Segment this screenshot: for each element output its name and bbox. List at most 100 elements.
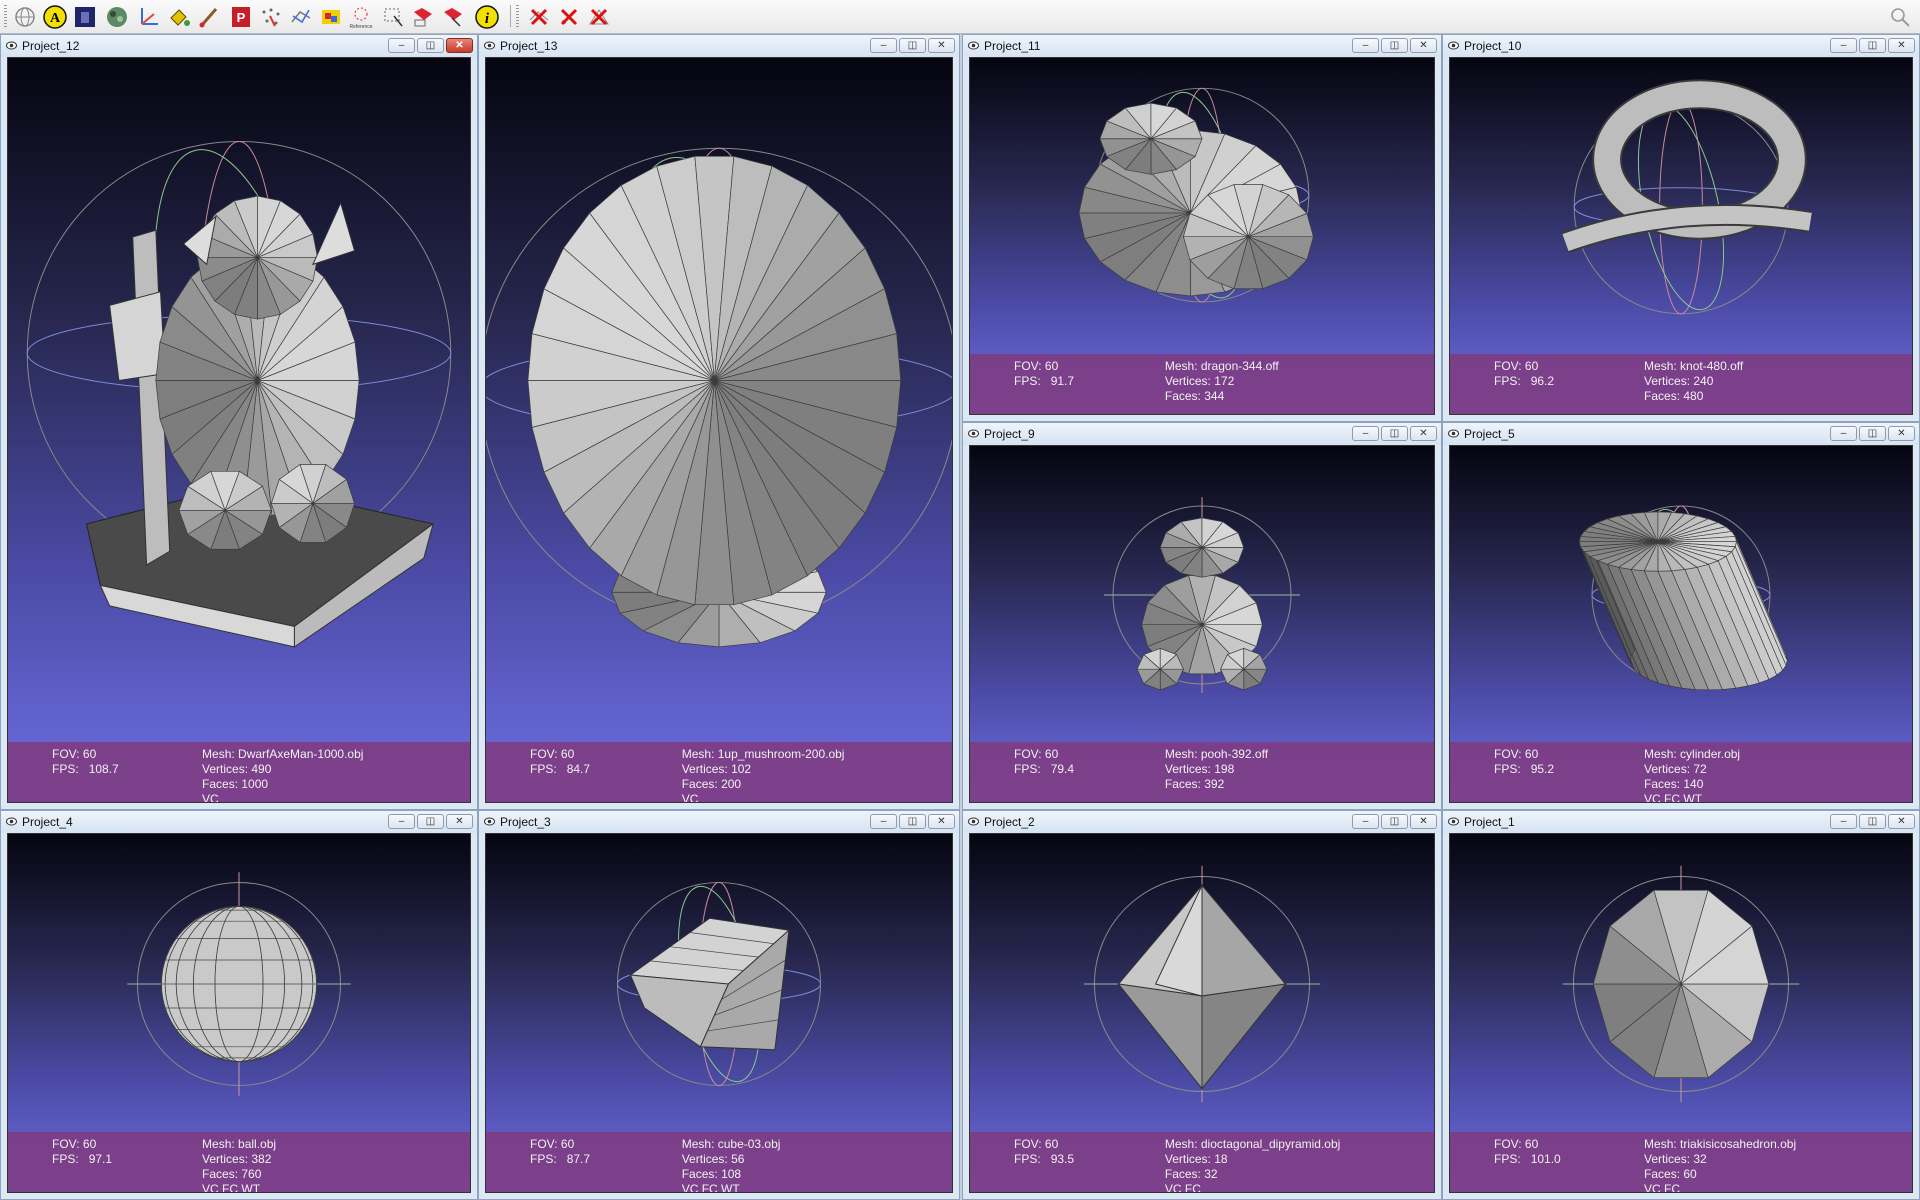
3d-viewport[interactable]: FOV: 60 FPS: 79.4 Mesh: pooh-392.off Ver… <box>969 445 1435 803</box>
window-titlebar[interactable]: Project_11 – ◫ ✕ <box>963 35 1441 57</box>
info-icon[interactable]: i <box>474 4 500 30</box>
window-titlebar[interactable]: Project_2 – ◫ ✕ <box>963 811 1441 833</box>
window-title: Project_1 <box>1464 815 1515 829</box>
project-window-project_12[interactable]: Project_12 – ◫ ✕ FOV: 60 FPS: 108.7 Mesh… <box>0 34 478 810</box>
restore-button[interactable]: ◫ <box>1859 426 1886 441</box>
restore-button[interactable]: ◫ <box>417 38 444 53</box>
3d-viewport[interactable]: FOV: 60 FPS: 95.2 Mesh: cylinder.obj Ver… <box>1449 445 1913 803</box>
axis-icon[interactable] <box>136 4 162 30</box>
mesh-render[interactable] <box>8 58 470 744</box>
3d-viewport[interactable]: FOV: 60 FPS: 87.7 Mesh: cube-03.obj Vert… <box>485 833 953 1193</box>
mesh-render[interactable] <box>1450 446 1912 744</box>
measure-icon[interactable] <box>318 4 344 30</box>
eye-icon <box>1448 429 1459 438</box>
mesh-render[interactable] <box>486 58 952 744</box>
mesh-render[interactable] <box>8 834 470 1134</box>
delete-all-icon[interactable] <box>586 4 612 30</box>
project-window-project_11[interactable]: Project_11 – ◫ ✕ FOV: 60 FPS: 91.7 Mesh:… <box>962 34 1442 422</box>
restore-button[interactable]: ◫ <box>417 814 444 829</box>
window-titlebar[interactable]: Project_9 – ◫ ✕ <box>963 423 1441 445</box>
delete-vertices-icon[interactable] <box>556 4 582 30</box>
restore-button[interactable]: ◫ <box>1381 38 1408 53</box>
minimize-button[interactable]: – <box>388 814 415 829</box>
close-button[interactable]: ✕ <box>1888 426 1915 441</box>
paint-bucket-icon[interactable] <box>166 4 192 30</box>
project-window-project_1[interactable]: Project_1 – ◫ ✕ FOV: 60 FPS: 101.0 Mesh:… <box>1442 810 1920 1200</box>
mesh-render[interactable] <box>486 834 952 1134</box>
3d-viewport[interactable]: FOV: 60 FPS: 96.2 Mesh: knot-480.off Ver… <box>1449 57 1913 415</box>
globe-icon[interactable] <box>12 4 38 30</box>
mesh-render[interactable] <box>970 446 1434 744</box>
window-titlebar[interactable]: Project_5 – ◫ ✕ <box>1443 423 1919 445</box>
mesh-render[interactable] <box>1450 58 1912 356</box>
close-button[interactable]: ✕ <box>1888 814 1915 829</box>
project-window-project_13[interactable]: Project_13 – ◫ ✕ FOV: 60 FPS: 84.7 Mesh:… <box>478 34 960 810</box>
window-titlebar[interactable]: Project_1 – ◫ ✕ <box>1443 811 1919 833</box>
toolbar-grip[interactable] <box>516 5 519 27</box>
close-button[interactable]: ✕ <box>928 814 955 829</box>
annotate-a-icon[interactable]: A <box>42 4 68 30</box>
3d-viewport[interactable]: FOV: 60 FPS: 91.7 Mesh: dragon-344.off V… <box>969 57 1435 415</box>
restore-button[interactable]: ◫ <box>899 38 926 53</box>
mesh-name: Mesh: cube-03.obj <box>681 1137 781 1151</box>
3d-viewport[interactable]: FOV: 60 FPS: 101.0 Mesh: triakisicosahed… <box>1449 833 1913 1193</box>
svg-text:A: A <box>50 11 61 26</box>
minimize-button[interactable]: – <box>1352 426 1379 441</box>
3d-viewport[interactable]: FOV: 60 FPS: 108.7 Mesh: DwarfAxeMan-100… <box>7 57 471 803</box>
close-button[interactable]: ✕ <box>1410 814 1437 829</box>
layer-icon[interactable] <box>72 4 98 30</box>
mesh-render[interactable] <box>1450 834 1912 1134</box>
delete-faces-icon[interactable] <box>526 4 552 30</box>
3d-viewport[interactable]: FOV: 60 FPS: 97.1 Mesh: ball.obj Vertice… <box>7 833 471 1193</box>
minimize-button[interactable]: – <box>1830 38 1857 53</box>
project-window-project_4[interactable]: Project_4 – ◫ ✕ FOV: 60 FPS: 97.1 Mesh: … <box>0 810 478 1200</box>
close-button[interactable]: ✕ <box>446 38 473 53</box>
project-window-project_9[interactable]: Project_9 – ◫ ✕ FOV: 60 FPS: 79.4 Mesh: … <box>962 422 1442 810</box>
minimize-button[interactable]: – <box>870 38 897 53</box>
align-icon[interactable] <box>288 4 314 30</box>
reference-icon[interactable]: Reference <box>348 4 374 30</box>
project-window-project_2[interactable]: Project_2 – ◫ ✕ FOV: 60 FPS: 93.5 Mesh: … <box>962 810 1442 1200</box>
minimize-button[interactable]: – <box>1830 426 1857 441</box>
3d-viewport[interactable]: FOV: 60 FPS: 84.7 Mesh: 1up_mushroom-200… <box>485 57 953 803</box>
project-window-project_10[interactable]: Project_10 – ◫ ✕ FOV: 60 FPS: 96.2 Mesh:… <box>1442 34 1920 422</box>
restore-button[interactable]: ◫ <box>1859 38 1886 53</box>
restore-button[interactable]: ◫ <box>1381 814 1408 829</box>
points-pick-icon[interactable] <box>258 4 284 30</box>
search-icon[interactable] <box>1888 5 1912 29</box>
main-toolbar: A P Reference i <box>0 0 1920 34</box>
minimize-button[interactable]: – <box>1352 38 1379 53</box>
close-button[interactable]: ✕ <box>1410 38 1437 53</box>
mesh-render[interactable] <box>970 834 1434 1134</box>
3d-viewport[interactable]: FOV: 60 FPS: 93.5 Mesh: dioctagonal_dipy… <box>969 833 1435 1193</box>
window-titlebar[interactable]: Project_13 – ◫ ✕ <box>479 35 959 57</box>
pdf-icon[interactable]: P <box>228 4 254 30</box>
project-window-project_5[interactable]: Project_5 – ◫ ✕ FOV: 60 FPS: 95.2 Mesh: … <box>1442 422 1920 810</box>
fps-text: FPS: 97.1 <box>52 1152 113 1166</box>
minimize-button[interactable]: – <box>870 814 897 829</box>
window-titlebar[interactable]: Project_10 – ◫ ✕ <box>1443 35 1919 57</box>
window-titlebar[interactable]: Project_12 – ◫ ✕ <box>1 35 477 57</box>
select-connected-icon[interactable] <box>440 4 466 30</box>
restore-button[interactable]: ◫ <box>899 814 926 829</box>
close-button[interactable]: ✕ <box>446 814 473 829</box>
close-button[interactable]: ✕ <box>1888 38 1915 53</box>
minimize-button[interactable]: – <box>1352 814 1379 829</box>
minimize-button[interactable]: – <box>388 38 415 53</box>
close-button[interactable]: ✕ <box>1410 426 1437 441</box>
mesh-name: Mesh: knot-480.off <box>1644 359 1744 373</box>
window-titlebar[interactable]: Project_4 – ◫ ✕ <box>1 811 477 833</box>
brush-icon[interactable] <box>196 4 222 30</box>
texture-icon[interactable] <box>104 4 130 30</box>
pooh-leg-right <box>1220 647 1268 691</box>
select-points-icon[interactable] <box>380 4 406 30</box>
minimize-button[interactable]: – <box>1830 814 1857 829</box>
restore-button[interactable]: ◫ <box>1381 426 1408 441</box>
window-titlebar[interactable]: Project_3 – ◫ ✕ <box>479 811 959 833</box>
mesh-render[interactable] <box>970 58 1434 356</box>
toolbar-grip[interactable] <box>4 5 7 27</box>
close-button[interactable]: ✕ <box>928 38 955 53</box>
restore-button[interactable]: ◫ <box>1859 814 1886 829</box>
select-faces-icon[interactable] <box>410 4 436 30</box>
project-window-project_3[interactable]: Project_3 – ◫ ✕ FOV: 60 FPS: 87.7 Mesh: … <box>478 810 960 1200</box>
